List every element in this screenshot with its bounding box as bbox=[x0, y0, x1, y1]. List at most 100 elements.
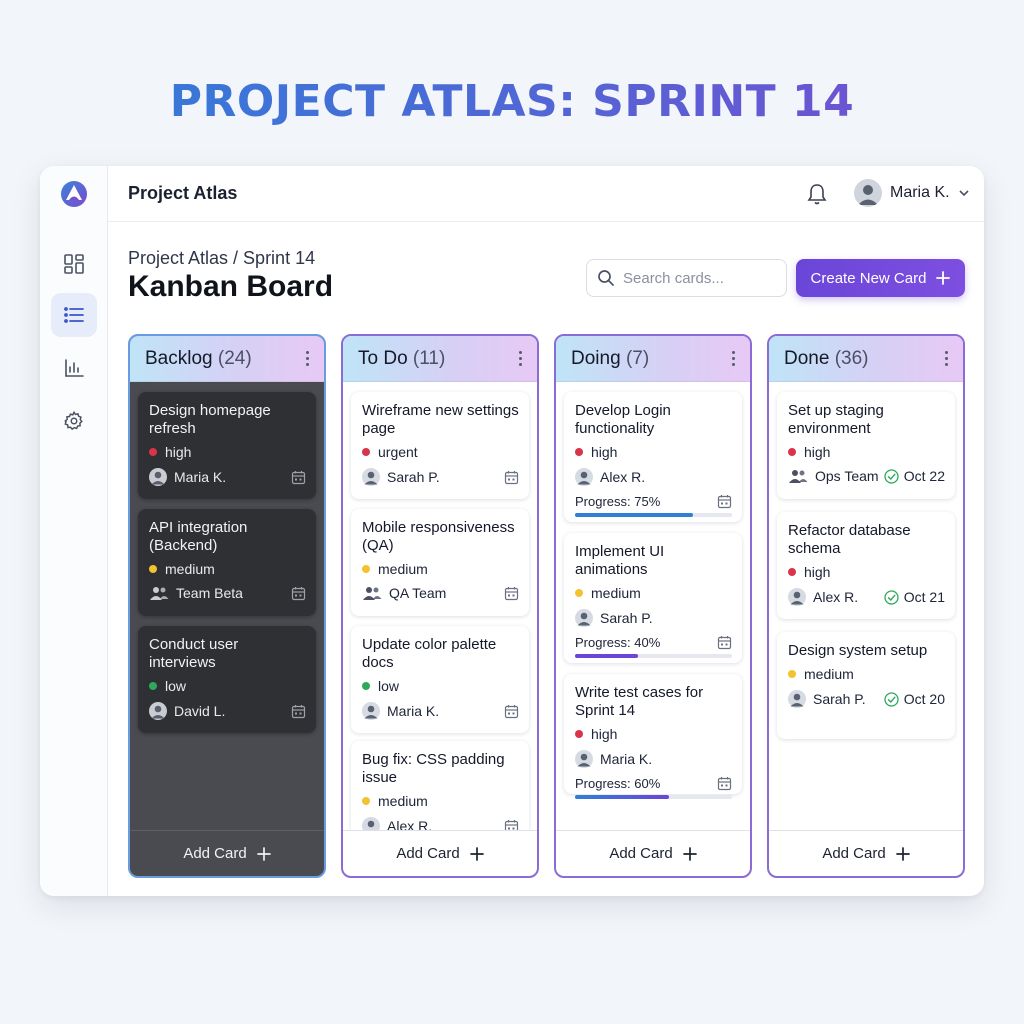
column-title: Backlog (24) bbox=[145, 348, 252, 370]
check-circle-icon bbox=[884, 468, 899, 484]
column-header: To Do (11) bbox=[343, 336, 537, 382]
priority-tag: high bbox=[575, 444, 732, 460]
card-title: Develop Login functionality bbox=[575, 402, 671, 437]
column-name: Done bbox=[784, 347, 830, 369]
column-header: Doing (7) bbox=[556, 336, 750, 382]
assignee: David L. bbox=[149, 702, 225, 720]
task-card[interactable]: Implement UI animations medium Sarah P. Pro… bbox=[564, 533, 742, 663]
bar-chart-icon bbox=[65, 359, 84, 377]
due-date-label: Oct 20 bbox=[903, 691, 945, 707]
assignee: Sarah P. bbox=[362, 468, 440, 486]
breadcrumb[interactable]: Project Atlas / Sprint 14 bbox=[128, 248, 315, 269]
avatar-icon bbox=[149, 468, 167, 486]
priority-tag: medium bbox=[362, 561, 519, 577]
card-title: Refactor database schema bbox=[788, 522, 911, 557]
avatar-icon bbox=[788, 588, 806, 606]
progress-row: Progress: 75% bbox=[575, 494, 732, 509]
check-circle-icon bbox=[884, 589, 899, 605]
column-title: Doing (7) bbox=[571, 348, 649, 370]
plus-icon bbox=[936, 271, 951, 285]
avatar-icon bbox=[362, 468, 380, 486]
more-options-icon[interactable] bbox=[943, 351, 949, 366]
priority-label: high bbox=[591, 726, 618, 742]
priority-tag: urgent bbox=[362, 444, 519, 460]
progress-bar bbox=[575, 795, 732, 799]
add-card-label: Add Card bbox=[396, 845, 460, 862]
task-card[interactable]: Mobile responsiveness (QA) medium QA Team bbox=[351, 509, 529, 616]
add-card-button[interactable]: Add Card bbox=[343, 830, 537, 876]
dashboard-icon bbox=[64, 254, 84, 274]
card-title: Bug fix: CSS padding issue bbox=[362, 751, 505, 786]
more-options-icon[interactable] bbox=[517, 351, 523, 366]
task-card[interactable]: Bug fix: CSS padding issue medium Alex R. bbox=[351, 741, 529, 830]
task-card[interactable]: Refactor database schema high Alex R. Oct 2… bbox=[777, 512, 955, 619]
priority-tag: low bbox=[149, 678, 306, 694]
sidebar-item-list[interactable] bbox=[51, 293, 97, 337]
task-card[interactable]: API integration (Backend) medium Team Beta bbox=[138, 509, 316, 616]
task-card[interactable]: Set up staging environment high Ops Team Oc… bbox=[777, 392, 955, 499]
calendar-icon bbox=[504, 586, 519, 600]
priority-tag: high bbox=[575, 726, 732, 742]
column-title: To Do (11) bbox=[358, 348, 445, 370]
assignee-name: Alex R. bbox=[387, 818, 433, 830]
add-card-button[interactable]: Add Card bbox=[556, 830, 750, 876]
assignee-name: QA Team bbox=[389, 585, 447, 601]
card-footer: Alex R. bbox=[362, 817, 519, 830]
due-date-label: Oct 22 bbox=[903, 468, 945, 484]
avatar-icon bbox=[362, 702, 380, 720]
card-footer: Ops Team Oct 22 bbox=[788, 468, 945, 484]
task-card[interactable]: Conduct user interviews low David L. bbox=[138, 626, 316, 733]
sidebar-item-reports[interactable] bbox=[51, 346, 97, 390]
priority-tag: high bbox=[149, 444, 306, 460]
team-icon bbox=[789, 470, 808, 483]
add-card-button[interactable]: Add Card bbox=[769, 830, 963, 876]
app-name: Project Atlas bbox=[128, 183, 238, 203]
create-card-button[interactable]: Create New Card bbox=[796, 259, 965, 297]
progress-bar bbox=[575, 513, 732, 517]
search-input[interactable] bbox=[623, 269, 773, 287]
due-date-label: Oct 21 bbox=[903, 589, 945, 605]
priority-label: low bbox=[165, 678, 187, 694]
notification-bell-icon[interactable] bbox=[806, 182, 828, 206]
search-box[interactable] bbox=[586, 259, 787, 297]
avatar-icon bbox=[149, 702, 167, 720]
avatar bbox=[854, 179, 882, 207]
plus-icon bbox=[682, 846, 697, 861]
task-card[interactable]: Design system setup medium Sarah P. Oct 20 bbox=[777, 632, 955, 739]
sidebar-item-settings[interactable] bbox=[51, 399, 97, 443]
column-body: Set up staging environment high Ops Team Oc… bbox=[769, 382, 963, 830]
progress-row: Progress: 40% bbox=[575, 635, 732, 650]
task-card[interactable]: Write test cases for Sprint 14 high Maria … bbox=[564, 674, 742, 799]
assignee: Maria K. bbox=[362, 702, 439, 720]
assignee-name: Alex R. bbox=[600, 469, 646, 485]
add-card-button[interactable]: Add Card bbox=[130, 830, 324, 876]
more-options-icon[interactable] bbox=[304, 351, 310, 366]
task-card[interactable]: Wireframe new settings page urgent Sarah P… bbox=[351, 392, 529, 499]
column-doing: Doing (7) Develop Login functionality high… bbox=[554, 334, 752, 878]
priority-dot bbox=[362, 682, 370, 690]
calendar-icon bbox=[291, 470, 306, 484]
assignee: Maria K. bbox=[149, 468, 226, 486]
card-title: Design homepage refresh bbox=[149, 402, 271, 437]
sidebar-item-dashboard[interactable] bbox=[51, 242, 97, 286]
avatar-icon bbox=[788, 690, 806, 708]
column-title: Done (36) bbox=[784, 348, 869, 370]
more-options-icon[interactable] bbox=[730, 351, 736, 366]
calendar-icon bbox=[504, 470, 519, 484]
priority-dot bbox=[362, 797, 370, 805]
assignee-name: David L. bbox=[174, 703, 226, 719]
app-logo-icon[interactable] bbox=[60, 180, 88, 208]
task-card[interactable]: Update color palette docs low Maria K. bbox=[351, 626, 529, 733]
priority-label: low bbox=[378, 678, 400, 694]
assignee: Ops Team bbox=[788, 468, 879, 484]
due-date: Oct 20 bbox=[884, 691, 945, 707]
task-card[interactable]: Design homepage refresh high Maria K. bbox=[138, 392, 316, 499]
progress-row: Progress: 60% bbox=[575, 776, 732, 791]
column-body: Design homepage refresh high Maria K. API i… bbox=[130, 382, 324, 830]
priority-label: high bbox=[804, 444, 831, 460]
user-menu[interactable]: Maria K. bbox=[854, 179, 970, 207]
task-card[interactable]: Develop Login functionality high Alex R. Pr… bbox=[564, 392, 742, 522]
priority-label: medium bbox=[804, 666, 854, 682]
priority-label: medium bbox=[378, 561, 428, 577]
card-footer: Alex R. Oct 21 bbox=[788, 588, 945, 606]
